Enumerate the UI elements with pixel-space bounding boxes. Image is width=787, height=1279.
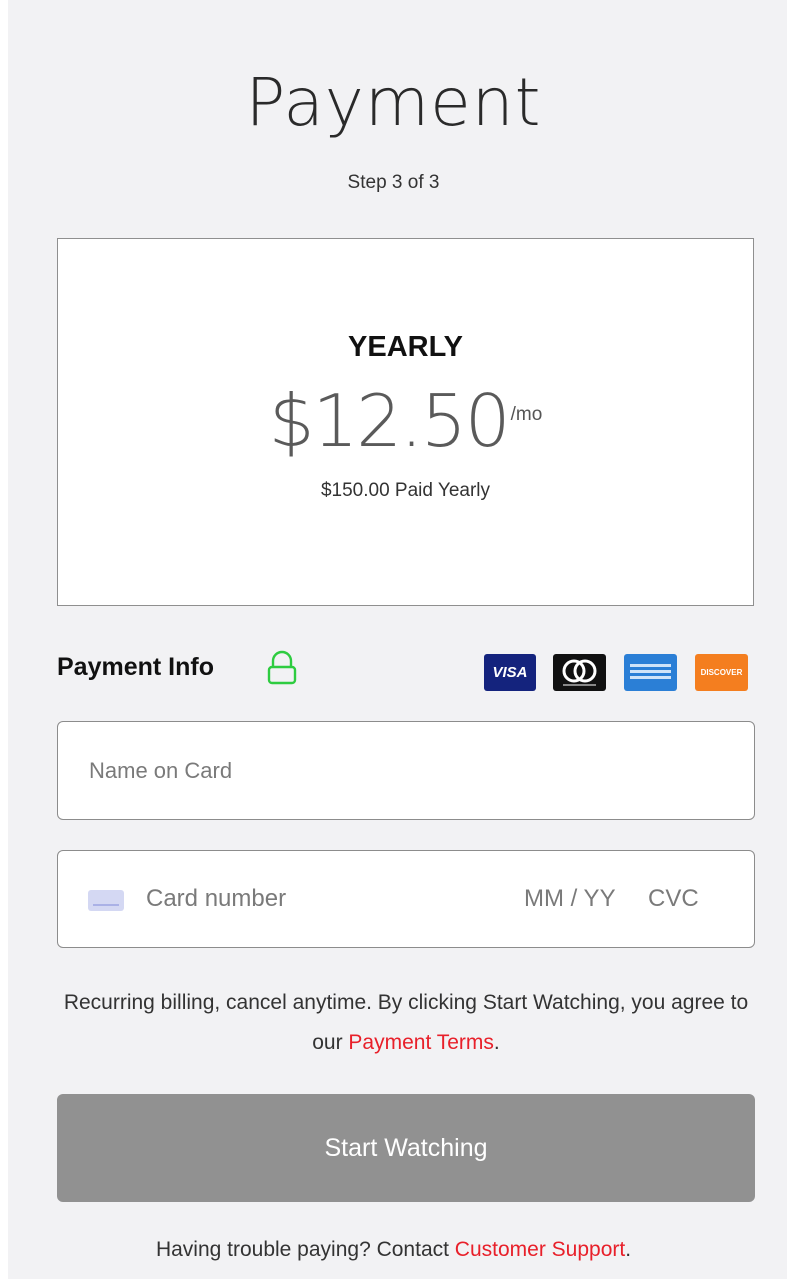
plan-card: YEARLY $12.50/mo $150.00 Paid Yearly bbox=[57, 238, 754, 606]
credit-card-icon bbox=[88, 890, 124, 911]
name-on-card-field[interactable] bbox=[57, 721, 755, 820]
step-indicator: Step 3 of 3 bbox=[347, 172, 440, 193]
support-notice: Having trouble paying? Contact Customer … bbox=[0, 1238, 787, 1262]
terms-period: . bbox=[493, 1031, 500, 1054]
payment-info-label: Payment Info bbox=[57, 653, 214, 681]
plan-name: YEARLY bbox=[348, 331, 463, 363]
price-row: $12.50/mo bbox=[58, 381, 753, 461]
page-title: Payment bbox=[245, 64, 542, 141]
payment-terms-link[interactable]: Payment Terms bbox=[348, 1031, 494, 1054]
cvc-input[interactable] bbox=[648, 851, 723, 947]
card-details-field[interactable] bbox=[57, 850, 755, 948]
customer-support-link[interactable]: Customer Support bbox=[455, 1238, 625, 1261]
lock-icon bbox=[267, 650, 297, 685]
amex-icon bbox=[624, 654, 677, 691]
price-period: /mo bbox=[510, 404, 543, 425]
plan-price: $12.50 bbox=[268, 379, 511, 463]
visa-icon: VISA bbox=[484, 654, 536, 691]
name-on-card-input[interactable] bbox=[89, 722, 729, 819]
discover-icon: DISCOVER bbox=[695, 654, 748, 691]
start-watching-button[interactable]: Start Watching bbox=[57, 1094, 755, 1202]
billing-summary: $150.00 Paid Yearly bbox=[320, 480, 491, 501]
mastercard-icon bbox=[553, 654, 606, 691]
support-text: Having trouble paying? Contact bbox=[155, 1238, 455, 1261]
support-period: . bbox=[625, 1238, 632, 1261]
terms-notice: Recurring billing, cancel anytime. By cl… bbox=[57, 983, 755, 1063]
expiry-input[interactable] bbox=[524, 851, 636, 947]
card-number-input[interactable] bbox=[146, 851, 506, 947]
